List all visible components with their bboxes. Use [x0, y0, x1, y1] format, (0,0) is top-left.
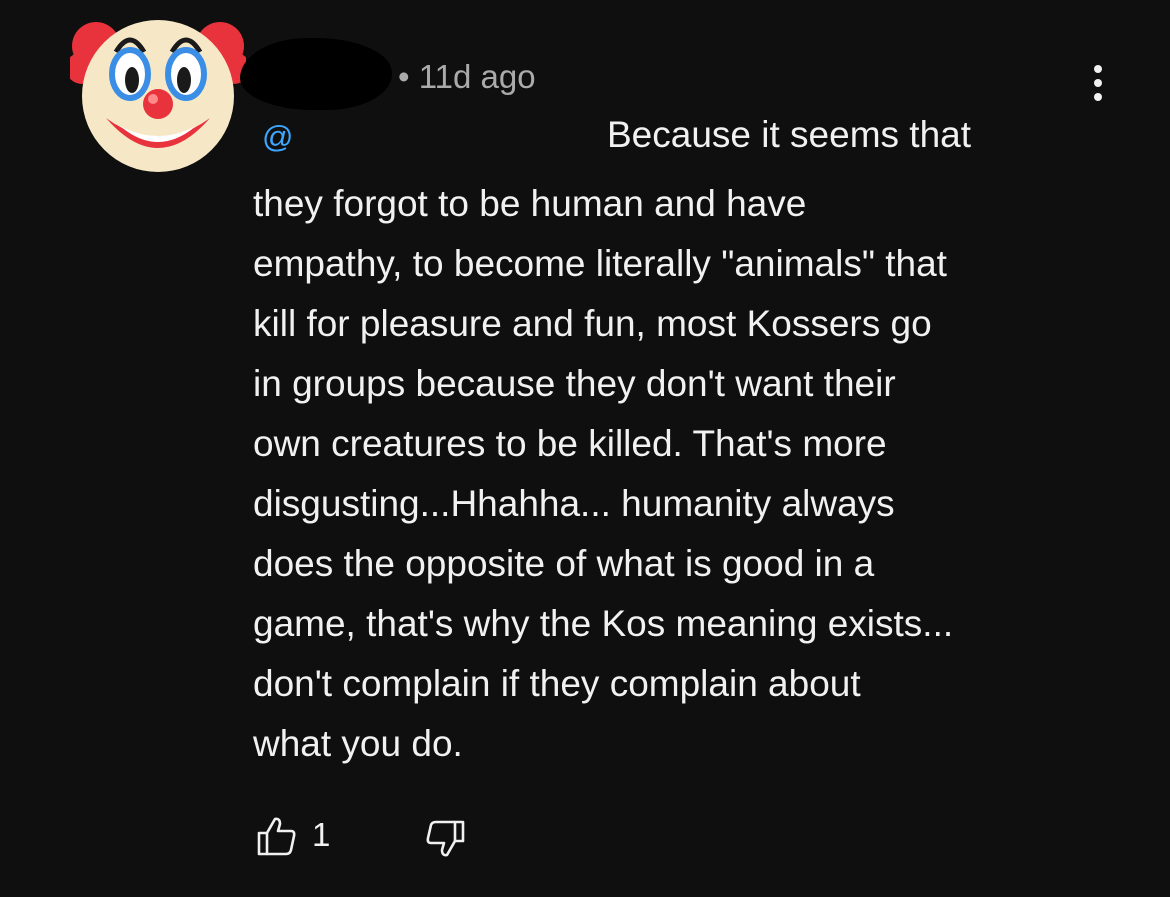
like-button[interactable] [256, 815, 298, 857]
comment-text: they forgot to be human and have empathy… [253, 183, 954, 764]
comment-timestamp: • 11d ago [398, 58, 536, 95]
username-redacted [240, 38, 392, 110]
more-vertical-icon [1094, 65, 1102, 101]
avatar[interactable] [66, 8, 250, 178]
thumbs-down-icon [426, 820, 465, 857]
dislike-button[interactable] [424, 818, 466, 860]
clown-face-icon [66, 20, 250, 172]
thumbs-up-icon [257, 817, 296, 856]
more-options-button[interactable] [1078, 62, 1118, 106]
mention-link[interactable]: @ [262, 119, 293, 155]
comment-text-first-line: Because it seems that [607, 114, 972, 155]
like-count: 1 [312, 816, 331, 853]
